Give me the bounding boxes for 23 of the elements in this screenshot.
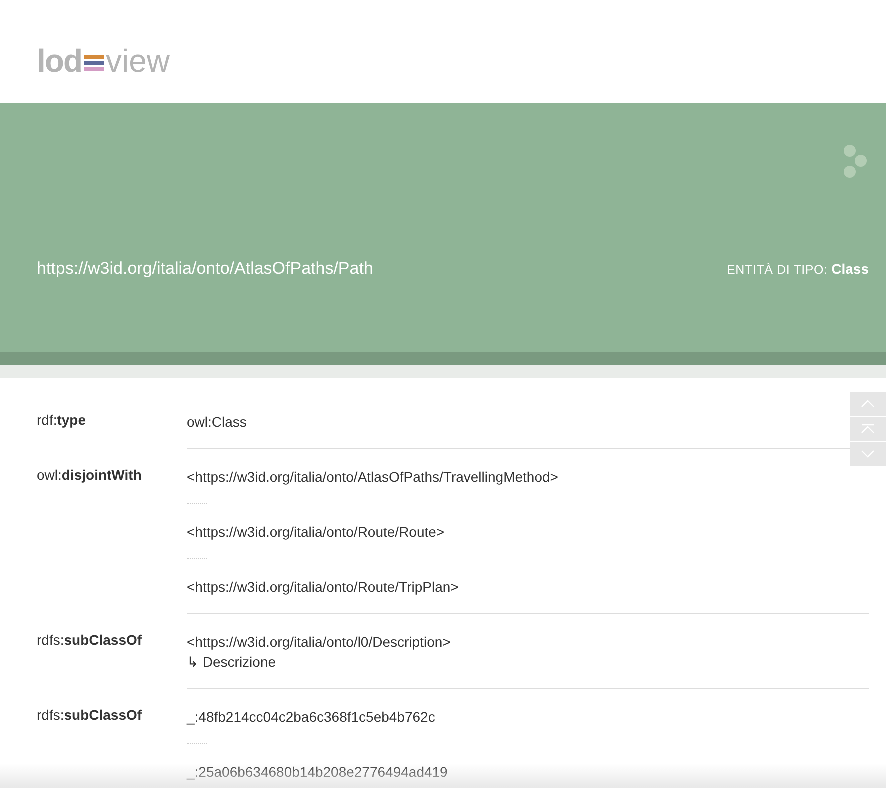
chevron-down-icon — [861, 450, 875, 458]
property-value[interactable]: <https://w3id.org/italia/onto/Route/TripPlan> — [187, 577, 459, 597]
property-name: rdfs:subClassOf — [37, 631, 144, 650]
dots-icon — [844, 145, 868, 179]
property-name: rdf:type — [37, 411, 88, 430]
scroll-down-button[interactable] — [850, 442, 886, 466]
property-value[interactable]: <https://w3id.org/italia/onto/AtlasOfPaths/TravellingMethod> — [187, 467, 558, 487]
scroll-top-icon — [861, 424, 875, 434]
property-value[interactable]: _:48fb214cc04c2ba6c368f1c5eb4b762c — [187, 707, 436, 727]
property-value[interactable]: owl:Class — [187, 412, 247, 432]
property-value[interactable]: <https://w3id.org/italia/onto/l0/Description> — [187, 632, 451, 652]
equals-logo-icon — [84, 53, 104, 73]
property-name: rdfs:subClassOf — [37, 706, 144, 725]
entity-type: ENTITÀ DI TIPO: Class — [727, 261, 869, 277]
property-name: owl:disjointWith — [37, 466, 143, 485]
value-label: ↳ Descrizione — [187, 653, 276, 672]
logo-text: lod — [37, 45, 82, 77]
entity-uri: https://w3id.org/italia/onto/AtlasOfPaths/Path — [37, 259, 374, 279]
chevron-up-icon — [861, 400, 875, 408]
scroll-up-button[interactable] — [850, 392, 886, 416]
scroll-top-button[interactable] — [850, 417, 886, 441]
property-value[interactable]: <https://w3id.org/italia/onto/Route/Route> — [187, 522, 445, 542]
logo-text: view — [106, 45, 170, 77]
